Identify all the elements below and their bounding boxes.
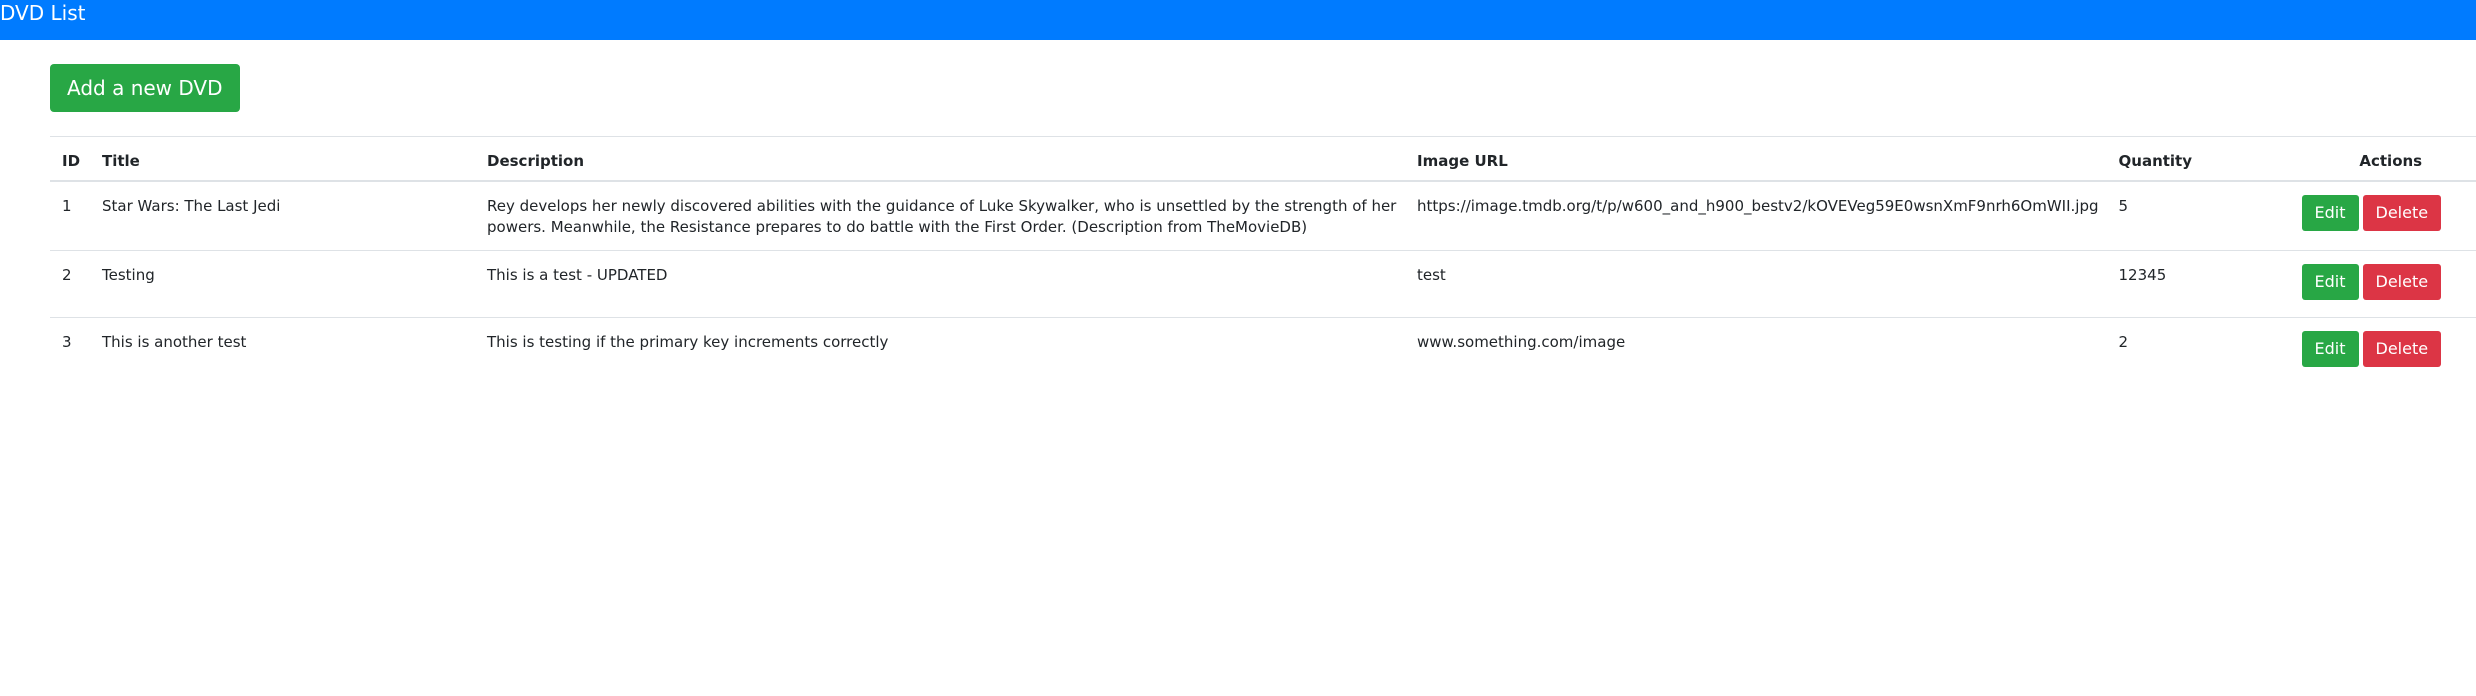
- cell-actions: Edit Delete: [2301, 180, 2476, 251]
- navbar: DVD List: [0, 0, 2476, 40]
- cell-title: Testing: [90, 250, 475, 318]
- cell-image-url: https://image.tmdb.org/t/p/w600_and_h900…: [1405, 180, 2107, 251]
- cell-description: This is a test - UPDATED: [475, 250, 1405, 318]
- cell-quantity: 12345: [2106, 250, 2302, 318]
- table-header-row: ID Title Description Image URL Quantity …: [50, 136, 2476, 182]
- cell-id: 1: [50, 180, 90, 251]
- cell-image-url: www.something.com/image: [1405, 317, 2107, 384]
- delete-button[interactable]: Delete: [2362, 195, 2442, 231]
- header-actions: Actions: [2301, 136, 2476, 182]
- cell-title: Star Wars: The Last Jedi: [90, 180, 475, 251]
- header-image-url: Image URL: [1405, 136, 2107, 182]
- delete-button[interactable]: Delete: [2362, 331, 2442, 367]
- edit-button[interactable]: Edit: [2301, 331, 2359, 367]
- edit-button[interactable]: Edit: [2301, 264, 2359, 300]
- header-quantity: Quantity: [2106, 136, 2302, 182]
- cell-quantity: 2: [2106, 317, 2302, 384]
- add-dvd-button[interactable]: Add a new DVD: [50, 64, 240, 112]
- cell-id: 2: [50, 250, 90, 318]
- header-id: ID: [50, 136, 90, 182]
- delete-button[interactable]: Delete: [2362, 264, 2442, 300]
- table-body: 1 Star Wars: The Last Jedi Rey develops …: [50, 180, 2476, 384]
- table-row: 2 Testing This is a test - UPDATED test …: [50, 250, 2476, 318]
- cell-actions: Edit Delete: [2301, 250, 2476, 318]
- cell-description: Rey develops her newly discovered abilit…: [475, 180, 1405, 251]
- cell-description: This is testing if the primary key incre…: [475, 317, 1405, 384]
- page-title: DVD List: [0, 1, 86, 25]
- header-description: Description: [475, 136, 1405, 182]
- cell-title: This is another test: [90, 317, 475, 384]
- table-row: 1 Star Wars: The Last Jedi Rey develops …: [50, 180, 2476, 251]
- header-title: Title: [90, 136, 475, 182]
- edit-button[interactable]: Edit: [2301, 195, 2359, 231]
- dvd-table: ID Title Description Image URL Quantity …: [50, 136, 2476, 384]
- cell-actions: Edit Delete: [2301, 317, 2476, 384]
- main-container: Add a new DVD ID Title Description Image…: [50, 64, 2476, 384]
- table-header: ID Title Description Image URL Quantity …: [50, 136, 2476, 182]
- cell-image-url: test: [1405, 250, 2107, 318]
- cell-quantity: 5: [2106, 180, 2302, 251]
- table-row: 3 This is another test This is testing i…: [50, 317, 2476, 384]
- cell-id: 3: [50, 317, 90, 384]
